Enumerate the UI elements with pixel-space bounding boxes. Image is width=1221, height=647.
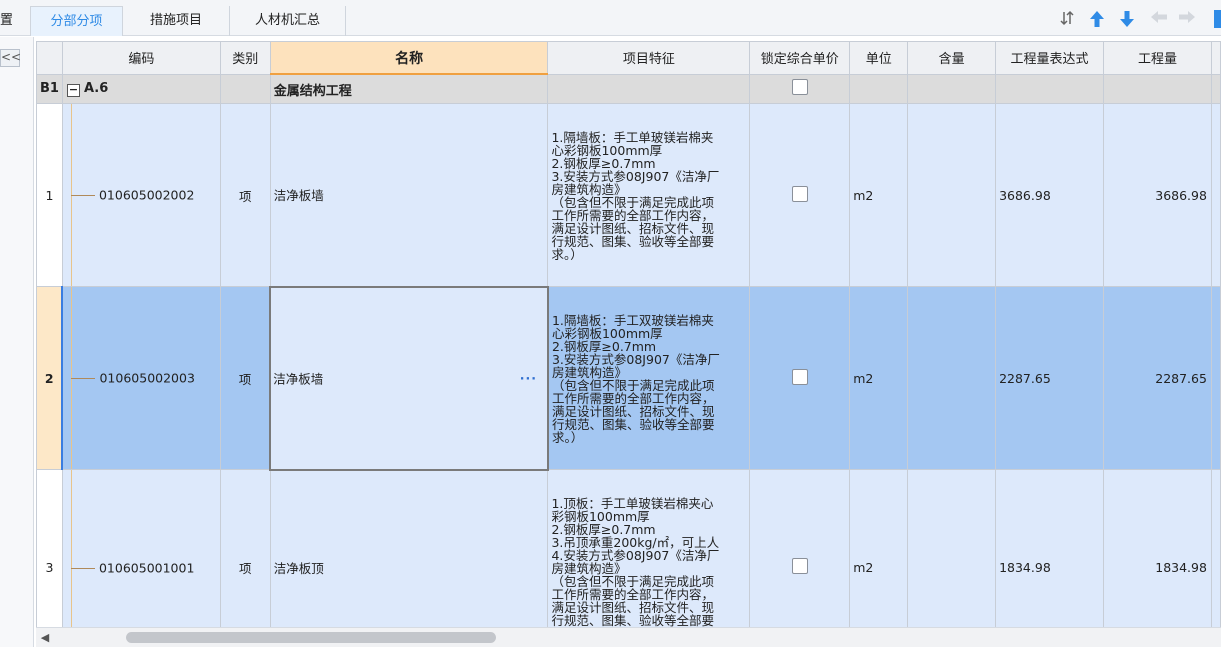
table-row-selected[interactable]: 2 010605002003 项 洁净板墙 ··· 1.隔墙板：手工双玻镁岩棉夹 … [36, 285, 1221, 471]
unit-cell[interactable]: m2 [849, 103, 909, 287]
filler-cell [1210, 286, 1221, 470]
header-row: 编码 类别 名称 项目特征 锁定综合单价 单位 含量 工程量表达式 工程量 [36, 41, 1221, 75]
horizontal-scrollbar[interactable]: ◀ [36, 627, 1221, 647]
top-tab-bar: 置 分部分项 措施项目 人材机汇总 [0, 0, 1221, 36]
group-unit-cell[interactable] [849, 73, 909, 104]
collapse-panel-button[interactable]: << [0, 49, 21, 67]
unit-cell[interactable]: m2 [849, 286, 909, 470]
lock-price-cell[interactable] [749, 469, 851, 627]
item-code: 010605001001 [98, 560, 195, 575]
item-code: 010605002002 [98, 187, 195, 203]
group-code-cell[interactable]: − A.6 [61, 73, 221, 104]
lock-price-checkbox[interactable] [791, 185, 808, 202]
scroll-left-arrow-icon[interactable]: ◀ [38, 631, 52, 645]
group-row[interactable]: B1 − A.6 金属结构工程 [36, 73, 1221, 104]
name-cell-editing[interactable]: 洁净板墙 ··· [269, 285, 549, 471]
scrollbar-thumb[interactable] [126, 632, 496, 643]
row-number[interactable]: 2 [36, 286, 63, 470]
header-features[interactable]: 项目特征 [547, 41, 751, 75]
lock-price-checkbox[interactable] [791, 78, 808, 95]
quantity-expression-cell[interactable]: 2287.65 [995, 286, 1105, 470]
quantity-expression-cell[interactable]: 3686.98 [995, 103, 1105, 287]
filler-cell [1210, 469, 1221, 627]
group-content-cell[interactable] [907, 73, 997, 104]
header-name[interactable]: 名称 [269, 41, 549, 75]
filler-cell [1210, 103, 1221, 287]
type-cell[interactable]: 项 [219, 469, 271, 627]
group-features-cell[interactable] [547, 73, 751, 104]
features-cell[interactable]: 1.隔墙板：手工单玻镁岩棉夹 心彩钢板100mm厚 2.钢板厚≥0.7mm 3.… [547, 103, 751, 287]
sort-icon[interactable] [1058, 10, 1076, 28]
content-cell[interactable] [907, 103, 997, 287]
name-cell[interactable]: 洁净板顶 [269, 469, 549, 627]
item-code: 010605002003 [99, 370, 195, 386]
lock-price-cell[interactable] [749, 286, 851, 470]
table-row[interactable]: 3 010605001001 项 洁净板顶 1.顶板：手工单玻镁岩棉夹心 彩钢板… [36, 469, 1221, 627]
lock-price-cell[interactable] [749, 103, 851, 287]
header-rownum [36, 41, 63, 75]
group-type-cell[interactable] [219, 73, 271, 104]
bill-items-table: 编码 类别 名称 项目特征 锁定综合单价 单位 含量 工程量表达式 工程量 B1… [36, 41, 1221, 627]
group-lock-cell[interactable] [749, 73, 851, 104]
content-cell[interactable] [907, 469, 997, 627]
code-cell[interactable]: 010605002003 [61, 286, 221, 470]
group-id: B1 [36, 73, 63, 104]
table-row[interactable]: 1 010605002002 项 洁净板墙 1.隔墙板：手工单玻镁岩棉夹 心彩钢… [36, 103, 1221, 287]
more-options-button[interactable]: ··· [520, 371, 537, 386]
header-type[interactable]: 类别 [219, 41, 271, 75]
header-lock-price[interactable]: 锁定综合单价 [749, 41, 851, 75]
tab-fenbu-fenxiang[interactable]: 分部分项 [30, 6, 123, 36]
group-expr-cell[interactable] [995, 73, 1105, 104]
collapse-minus-icon[interactable]: − [66, 83, 80, 97]
features-cell[interactable]: 1.隔墙板：手工双玻镁岩棉夹 心彩钢板100mm厚 2.钢板厚≥0.7mm 3.… [547, 286, 751, 470]
header-quantity-expression[interactable]: 工程量表达式 [995, 41, 1105, 75]
group-code: A.6 [83, 80, 109, 96]
quantity-cell[interactable]: 3686.98 [1103, 103, 1212, 287]
arrow-down-icon[interactable] [1118, 10, 1136, 28]
arrow-right-icon[interactable] [1178, 10, 1196, 28]
lock-price-checkbox[interactable] [791, 558, 808, 574]
lock-price-checkbox[interactable] [791, 368, 808, 385]
group-qty-cell[interactable] [1103, 73, 1212, 104]
header-unit[interactable]: 单位 [849, 41, 909, 75]
group-filler-cell [1210, 73, 1221, 104]
features-cell[interactable]: 1.顶板：手工单玻镁岩棉夹心 彩钢板100mm厚 2.钢板厚≥0.7mm 3.吊… [547, 469, 751, 627]
type-cell[interactable]: 项 [219, 103, 271, 287]
item-name: 洁净板墙 [273, 371, 324, 387]
unit-cell[interactable]: m2 [849, 469, 909, 627]
header-filler [1210, 41, 1221, 75]
panel-edge-icon[interactable] [1214, 10, 1221, 28]
row-number[interactable]: 1 [36, 103, 63, 287]
group-name[interactable]: 金属结构工程 [269, 73, 549, 104]
code-cell[interactable]: 010605002002 [61, 103, 221, 287]
arrow-up-icon[interactable] [1088, 10, 1106, 28]
row-number[interactable]: 3 [36, 469, 63, 627]
truncated-tab-label[interactable]: 置 [0, 6, 12, 36]
tab-rencaiji-huizong[interactable]: 人材机汇总 [230, 6, 346, 36]
header-code[interactable]: 编码 [61, 41, 221, 75]
arrow-left-icon[interactable] [1150, 10, 1168, 28]
left-side-strip [0, 37, 34, 647]
header-content[interactable]: 含量 [907, 41, 997, 75]
content-cell[interactable] [907, 286, 997, 470]
type-cell[interactable]: 项 [219, 286, 271, 470]
header-quantity[interactable]: 工程量 [1103, 41, 1212, 75]
bill-items-grid: 编码 类别 名称 项目特征 锁定综合单价 单位 含量 工程量表达式 工程量 B1… [36, 41, 1221, 627]
code-cell[interactable]: 010605001001 [61, 469, 221, 627]
tab-cuoshi-xiangmu[interactable]: 措施项目 [123, 6, 230, 36]
quantity-cell[interactable]: 1834.98 [1103, 469, 1212, 627]
quantity-cell[interactable]: 2287.65 [1103, 286, 1212, 470]
name-cell[interactable]: 洁净板墙 [269, 103, 549, 287]
quantity-expression-cell[interactable]: 1834.98 [995, 469, 1105, 627]
